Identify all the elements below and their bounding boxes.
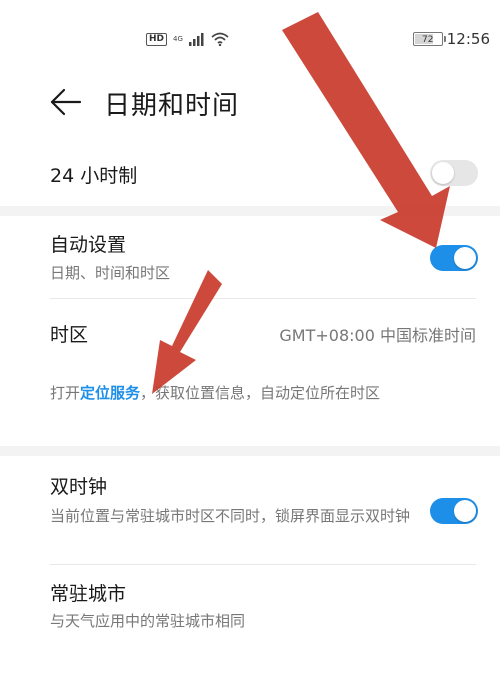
section-divider [0,206,500,216]
network-type: 4G [173,34,183,43]
timezone-hint-prefix: 打开 [50,384,81,402]
setting-timezone[interactable]: 时区 GMT+08:00 中国标准时间 打开定位服务，获取位置信息，自动定位所在… [0,299,500,444]
toggle-24-hour[interactable] [430,160,478,186]
battery-icon: 72 [412,32,446,46]
setting-dual-clock-label: 双时钟 [50,476,108,498]
toggle-dual-clock[interactable] [430,498,478,524]
toggle-knob [432,162,454,184]
toggle-knob [454,500,476,522]
status-left: HD 4G [146,32,229,46]
section-divider [0,446,500,456]
toggle-knob [454,247,476,269]
setting-home-city-label: 常驻城市 [50,583,127,605]
page-title: 日期和时间 [104,91,240,121]
setting-dual-clock-subtitle: 当前位置与常驻城市时区不同时，锁屏界面显示双时钟 [50,507,411,525]
timezone-value: GMT+08:00 中国标准时间 [279,326,476,345]
setting-dual-clock[interactable]: 双时钟 当前位置与常驻城市时区不同时，锁屏界面显示双时钟 [0,456,500,564]
timezone-hint: 打开定位服务，获取位置信息，自动定位所在时区 [50,379,470,407]
signal-icon [188,32,204,46]
clock: 12:56 [446,30,490,48]
setting-24-hour[interactable]: 24 小时制 [0,140,500,206]
status-right: 72 12:56 [412,30,490,48]
setting-home-city-subtitle: 与天气应用中的常驻城市相同 [50,612,246,630]
timezone-hint-suffix: ，获取位置信息，自动定位所在时区 [140,384,381,402]
setting-auto[interactable]: 自动设置 日期、时间和时区 [0,216,500,298]
setting-home-city[interactable]: 常驻城市 与天气应用中的常驻城市相同 [0,565,500,650]
setting-24-hour-label: 24 小时制 [50,165,138,187]
battery-level: 72 [422,35,434,45]
wifi-icon [211,32,229,46]
toggle-auto[interactable] [430,245,478,271]
setting-auto-subtitle: 日期、时间和时区 [50,264,171,282]
setting-auto-label: 自动设置 [50,234,127,256]
header: 日期和时间 [0,72,500,132]
setting-timezone-label: 时区 [50,324,89,346]
location-service-link[interactable]: 定位服务 [80,384,140,402]
status-bar: HD 4G 72 12:56 [0,0,500,70]
hd-badge: HD [146,32,168,46]
back-arrow-icon[interactable] [48,86,82,118]
